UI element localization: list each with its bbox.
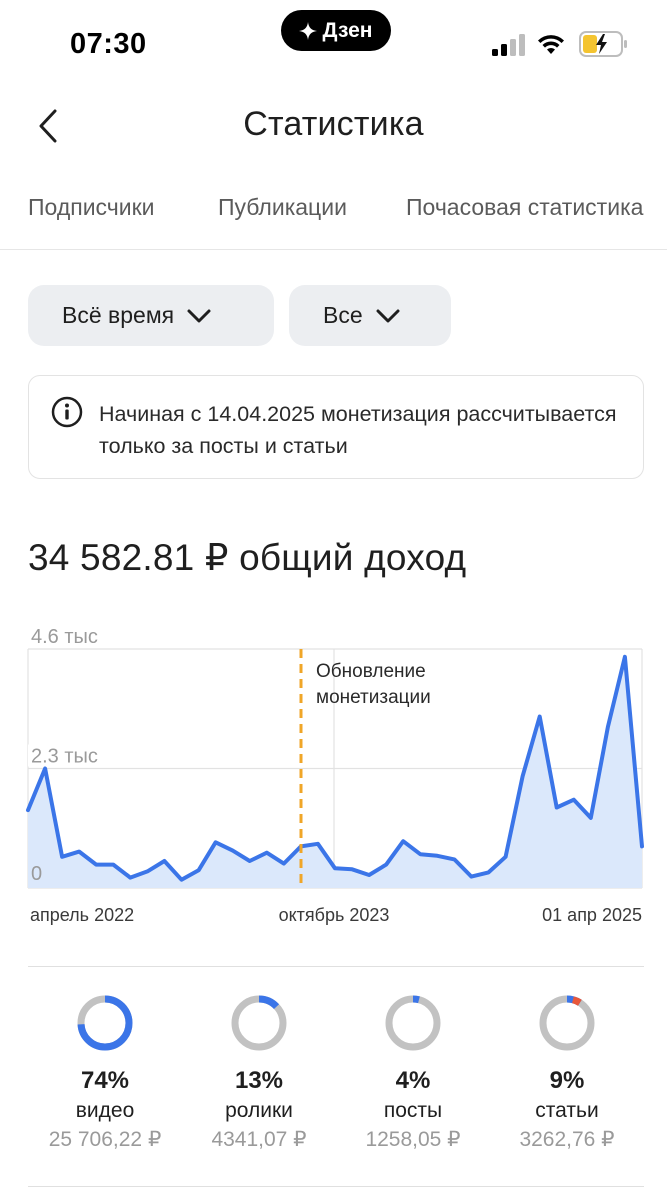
breakdown-amount: 25 706,22 ₽ — [48, 1128, 162, 1151]
income-chart: Обновление монетизации 4.6 тыс 2.3 тыс 0 а… — [26, 625, 644, 925]
chevron-down-icon — [376, 309, 400, 322]
tab-bar: Подписчики Публикации Почасовая статисти… — [0, 190, 667, 250]
tab-subscribers[interactable]: Подписчики — [28, 194, 155, 221]
tab-publications[interactable]: Публикации — [218, 194, 347, 221]
chart-annotation-line2: монетизации — [316, 687, 431, 708]
y-tick-label: 4.6 тыс — [31, 626, 98, 648]
breakdown-percent: 13% — [234, 1067, 284, 1094]
content-type-filter-label: Все — [323, 302, 363, 328]
breakdown-amount: 3262,76 ₽ — [519, 1128, 615, 1151]
donut-chart-posts — [385, 995, 441, 1051]
breakdown-amount: 4341,07 ₽ — [211, 1128, 307, 1151]
battery-charging-icon — [579, 31, 627, 57]
cellular-signal-icon — [492, 34, 525, 56]
tab-hourly-stats[interactable]: Почасовая статистика — [406, 194, 643, 221]
chart-annotation-line1: Обновление — [316, 661, 426, 682]
x-tick-label: 01 апр 2025 — [542, 905, 642, 925]
page-title: Статистика — [243, 105, 424, 143]
x-tick-label: апрель 2022 — [30, 905, 134, 925]
donut-track — [385, 995, 441, 1051]
chevron-down-icon — [187, 309, 211, 322]
status-time: 07:30 — [70, 28, 147, 60]
x-tick-label: октябрь 2023 — [279, 905, 390, 925]
info-text: Начиная с 14.04.2025 монетизация рассчит… — [99, 402, 617, 458]
breakdown-label: статьи — [535, 1099, 599, 1122]
brand-name: Дзен — [322, 18, 373, 42]
breakdown-video[interactable]: 74% видео 25 706,22 ₽ — [25, 993, 185, 1152]
breakdown-percent: 4% — [395, 1067, 431, 1094]
total-income: 34 582.81 ₽ общий доход — [28, 537, 467, 578]
breakdown-label: ролики — [225, 1099, 293, 1122]
breakdown-percent: 74% — [80, 1067, 130, 1094]
breakdown-amount: 1258,05 ₽ — [365, 1128, 461, 1151]
breakdown-label: видео — [75, 1099, 135, 1122]
donut-chart-articles — [539, 995, 595, 1051]
monetization-info-notice: Начиная с 14.04.2025 монетизация рассчит… — [28, 375, 644, 479]
sparkle-icon — [299, 21, 318, 40]
breakdown-articles[interactable]: 9% статьи 3262,76 ₽ — [487, 993, 647, 1152]
y-tick-label: 0 — [31, 863, 42, 885]
donut-chart-video — [77, 995, 133, 1051]
y-tick-label: 2.3 тыс — [31, 746, 98, 768]
breakdown-percent: 9% — [549, 1067, 585, 1094]
divider — [28, 966, 644, 967]
divider — [28, 1186, 644, 1187]
period-filter-button[interactable]: Всё время — [28, 285, 274, 346]
breakdown-posts[interactable]: 4% посты 1258,05 ₽ — [333, 993, 493, 1152]
donut-track — [539, 995, 595, 1051]
brand-pill[interactable]: Дзен — [281, 10, 391, 51]
wifi-icon — [538, 35, 564, 54]
donut-chart-clips — [231, 995, 287, 1051]
info-icon — [51, 396, 83, 428]
breakdown-clips[interactable]: 13% ролики 4341,07 ₽ — [179, 993, 339, 1152]
status-bar: 07:30 Дзен — [0, 0, 667, 80]
content-type-filter-button[interactable]: Все — [289, 285, 451, 346]
x-tick-labels: апрель 2022 октябрь 2023 01 апр 2025 — [30, 905, 642, 925]
breakdown-label: посты — [383, 1099, 443, 1122]
period-filter-label: Всё время — [62, 302, 175, 328]
